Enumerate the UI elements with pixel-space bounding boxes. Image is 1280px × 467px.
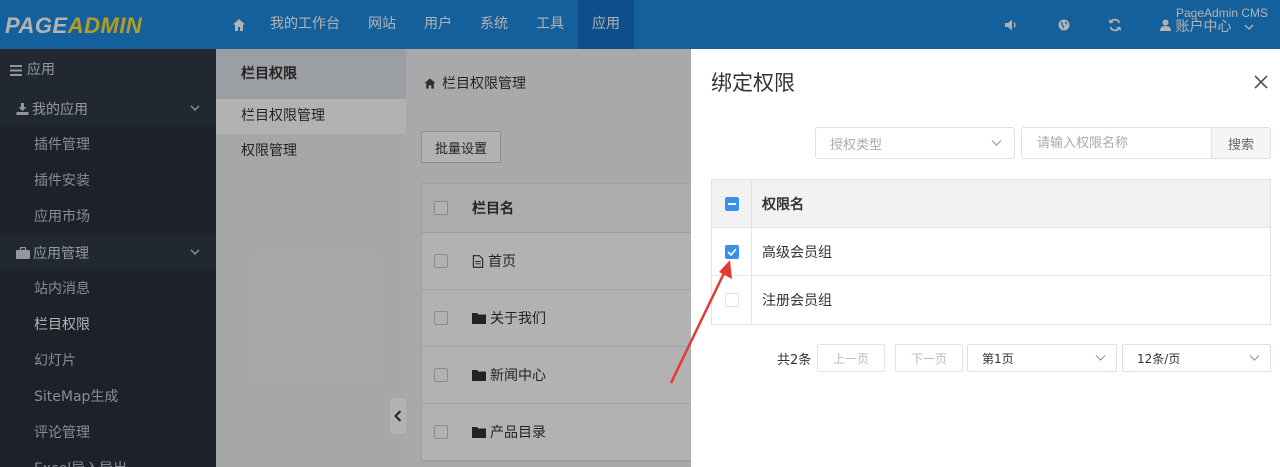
prev-page-button[interactable]: 上一页	[817, 344, 885, 372]
permission-name: 高级会员组	[762, 244, 832, 261]
permission-type-select[interactable]: 授权类型	[815, 127, 1015, 159]
permission-table: 权限名 高级会员组 注册会员组	[711, 179, 1271, 325]
search-button[interactable]: 搜索	[1211, 127, 1271, 159]
column-header-permission-name: 权限名	[762, 196, 804, 213]
permission-name: 注册会员组	[762, 293, 832, 309]
bind-permission-drawer: 绑定权限 授权类型 搜索 权限名 高级会员组 注册会员组	[691, 49, 1280, 467]
chevron-down-icon	[1095, 355, 1106, 361]
page-select-value: 第1页	[982, 351, 1014, 366]
pagination-total: 共2条	[777, 353, 812, 368]
table-row: 高级会员组	[712, 228, 1270, 276]
permission-search-input[interactable]	[1021, 127, 1212, 159]
table-header: 权限名	[712, 180, 1270, 228]
close-icon[interactable]	[1253, 74, 1269, 90]
next-page-button[interactable]: 下一页	[895, 344, 963, 372]
table-row: 注册会员组	[712, 276, 1270, 324]
checkmark-icon	[726, 247, 737, 256]
row-checkbox[interactable]	[724, 293, 739, 307]
page-select[interactable]: 第1页	[967, 344, 1117, 372]
page-size-value: 12条/页	[1137, 351, 1181, 366]
drawer-title: 绑定权限	[711, 71, 795, 95]
chevron-down-icon	[991, 140, 1002, 146]
permission-type-placeholder: 授权类型	[830, 137, 883, 153]
row-checkbox-checked[interactable]	[724, 244, 739, 259]
page-size-select[interactable]: 12条/页	[1122, 344, 1271, 372]
select-all-checkbox[interactable]	[724, 196, 739, 211]
chevron-down-icon	[1249, 355, 1260, 361]
